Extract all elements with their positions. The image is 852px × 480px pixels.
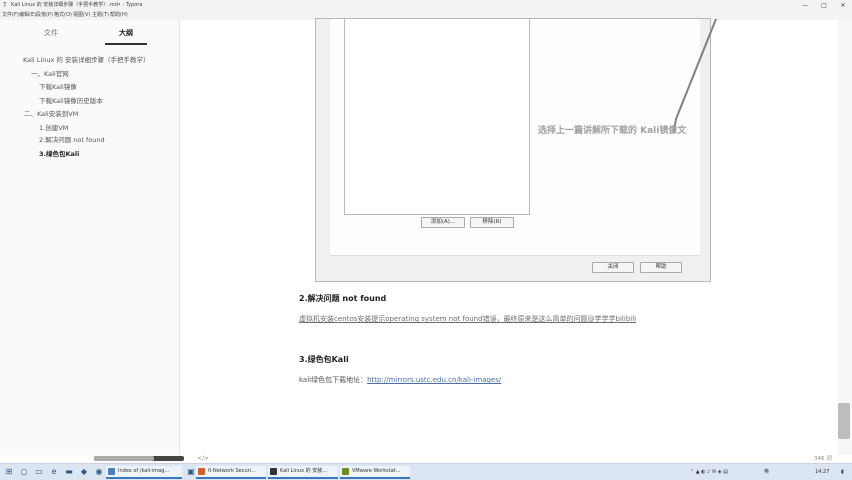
tab-files[interactable]: 文件 <box>44 28 58 38</box>
search-icon[interactable]: ○ <box>18 466 30 478</box>
sidebar: 文件 大纲 Kali Linux 的 安装详细步骤（手把手教学） 一、Kali官… <box>0 20 180 455</box>
taskbar-app-browser-label: Index of /kali-imag... <box>118 468 170 474</box>
title-bar: T Kali Linux 的 安装详细步骤（手把手教学）.md• - Typor… <box>0 0 852 11</box>
input-method-indicator[interactable]: 英 <box>764 467 769 477</box>
tray-icons[interactable]: ⌃ ▲ ◐ ♪ ✉ ◈ ▤ <box>690 467 728 477</box>
menu-paragraph[interactable]: 段落(P) <box>36 11 53 20</box>
handwritten-annotation: 选择上一篇讲解所下载的 Kali镜像文 <box>538 126 687 136</box>
typora-app-icon: T <box>3 2 7 9</box>
vertical-scrollbar[interactable] <box>838 20 852 455</box>
menu-file[interactable]: 文件(F) <box>2 11 19 20</box>
add-button: 添加(A)... <box>421 217 465 228</box>
outline-item-green-kali[interactable]: 3.绿色包Kali <box>39 148 79 158</box>
taskbar-app-typora[interactable]: Kali Linux 的 安装... <box>268 466 338 479</box>
word-count[interactable]: 346 词 <box>814 454 832 462</box>
taskbar-app-network[interactable]: 0-Network Securi... <box>196 466 266 479</box>
task-view-icon[interactable]: ▭ <box>33 466 45 478</box>
window-title: Kali Linux 的 安装详细步骤（手把手教学）.md• - Typora <box>11 2 143 8</box>
menu-format[interactable]: 格式(O) <box>54 11 72 20</box>
outline-item-title[interactable]: Kali Linux 的 安装详细步骤（手把手教学） <box>23 54 149 64</box>
menu-theme[interactable]: 主题(T) <box>92 11 109 20</box>
editor-area[interactable]: 添加(A)... 移除(R) 选择上一篇讲解所下载的 Kali镜像文 关闭 帮助… <box>181 18 838 455</box>
dialog-close-button: 关闭 <box>592 262 634 273</box>
vm-settings-screenshot: 添加(A)... 移除(R) 选择上一篇讲解所下载的 Kali镜像文 关闭 帮助 <box>315 18 717 282</box>
outline-item-create-vm[interactable]: 1.创建VM <box>39 122 68 132</box>
notification-icon[interactable]: ▮ <box>841 467 844 477</box>
menu-view[interactable]: 视图(V) <box>73 11 90 20</box>
maximize-button[interactable]: □ <box>815 0 833 11</box>
tab-outline[interactable]: 大纲 <box>119 28 133 38</box>
chrome-icon[interactable]: ◉ <box>93 466 105 478</box>
taskbar-app-vmware[interactable]: VMware Workstat... <box>340 466 410 479</box>
clock[interactable]: 14:27 <box>815 467 829 477</box>
scrollbar-thumb[interactable] <box>838 403 850 439</box>
centos-fix-link[interactable]: 虚拟机安装centos安装提示operating system not foun… <box>299 314 636 324</box>
taskbar-app-browser[interactable]: Index of /kali-imag... <box>106 466 182 479</box>
outline-item-install-vm[interactable]: 二、Kali安装到VM <box>24 108 78 118</box>
green-download-label: kali绿色包下载地址： <box>299 376 368 384</box>
pen-annotation-stroke <box>673 19 717 132</box>
device-list-box <box>344 18 530 215</box>
close-button[interactable]: ✕ <box>834 0 852 11</box>
pinned-app-icon[interactable]: ◆ <box>78 466 90 478</box>
edge-icon[interactable]: e <box>48 466 60 478</box>
source-code-toggle[interactable]: </> <box>197 455 209 462</box>
file-explorer-icon[interactable]: ▬ <box>63 466 75 478</box>
taskbar-preview-bar <box>94 456 184 461</box>
dialog-body: 添加(A)... 移除(R) 选择上一篇讲解所下载的 Kali镜像文 <box>330 18 717 256</box>
heading-green-kali: 3.绿色包Kali <box>299 355 349 364</box>
kali-images-url-link[interactable]: http://mirrors.ustc.edu.cn/kali-images/ <box>367 376 501 384</box>
taskbar-app-typora-label: Kali Linux 的 安装... <box>280 468 328 474</box>
taskbar: ⊞ ○ ▭ e ▬ ◆ ◉ Index of /kali-imag... ▣ 0… <box>0 463 852 480</box>
green-download-line: kali绿色包下载地址：http://mirrors.ustc.edu.cn/k… <box>299 375 501 385</box>
taskbar-app-network-label: 0-Network Securi... <box>208 468 256 474</box>
menu-edit[interactable]: 编辑(E) <box>19 11 36 20</box>
dialog-help-button: 帮助 <box>640 262 682 273</box>
taskbar-app-vmware-label: VMware Workstat... <box>352 468 401 474</box>
active-tab-indicator <box>105 43 147 45</box>
outline-item-kali-site[interactable]: 一、Kali官网 <box>31 68 69 78</box>
outline-item-download-image[interactable]: 下载Kali镜像 <box>39 81 77 91</box>
minimize-button[interactable]: — <box>796 0 814 11</box>
menu-help[interactable]: 帮助(H) <box>110 11 128 20</box>
heading-not-found: 2.解决问题 not found <box>299 294 387 303</box>
outline-item-history-versions[interactable]: 下载Kali镜像历史版本 <box>39 95 103 105</box>
remove-button: 移除(R) <box>470 217 514 228</box>
outline-item-not-found[interactable]: 2.解决问题 not found <box>39 134 105 144</box>
start-windows-icon[interactable]: ⊞ <box>3 466 15 478</box>
